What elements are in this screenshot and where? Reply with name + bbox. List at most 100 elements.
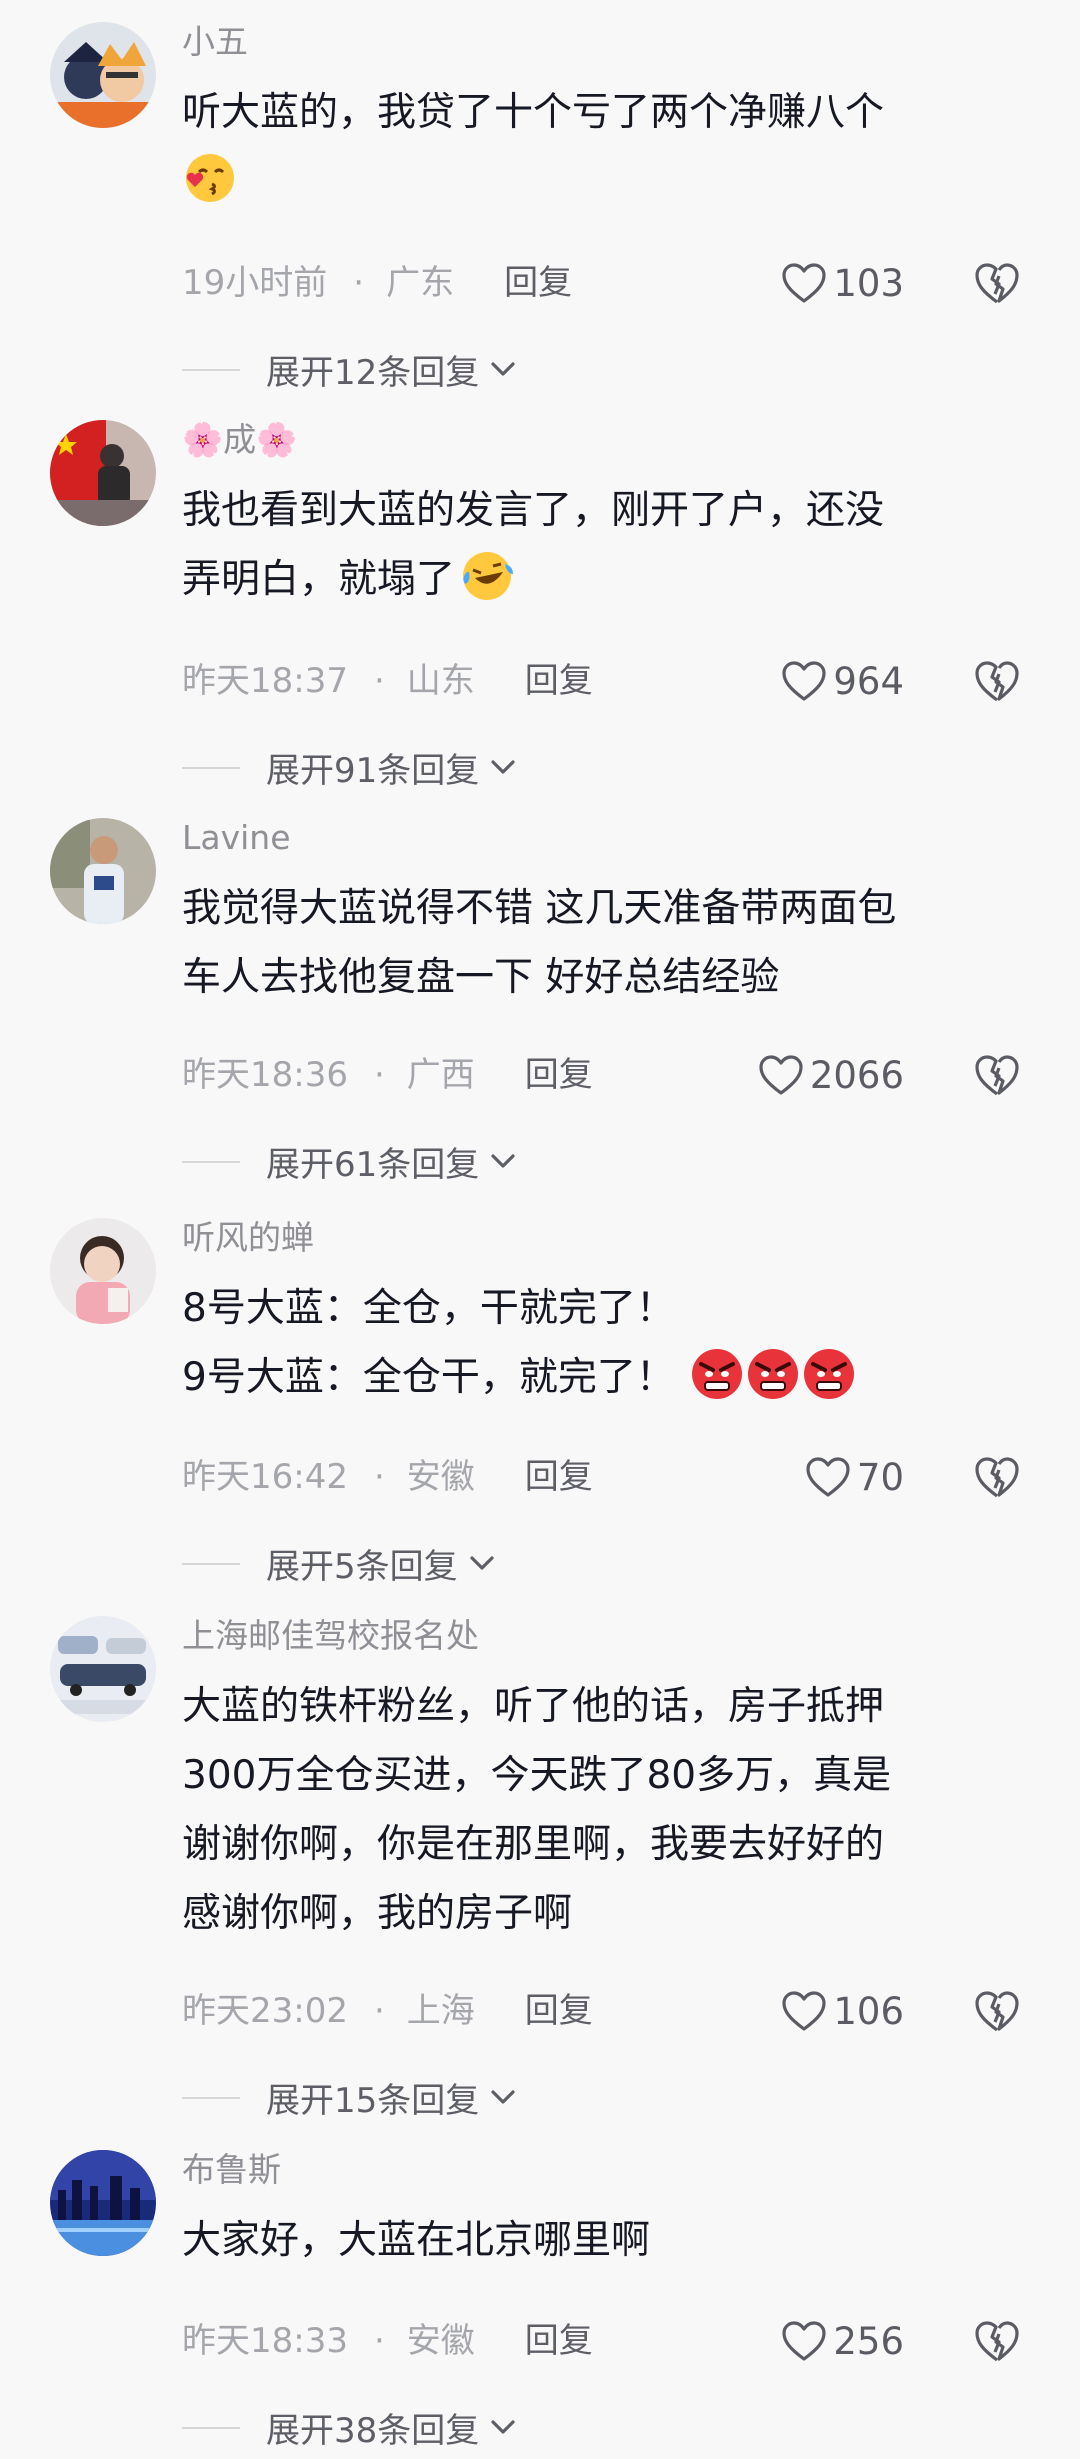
comment-time: 昨天23:02 bbox=[182, 1991, 348, 2031]
broken-heart-icon bbox=[975, 1055, 1019, 1096]
like-button[interactable]: 2066 bbox=[758, 1050, 904, 1100]
dislike-button[interactable] bbox=[974, 658, 1020, 704]
comment-line: 300万全仓买进，今天跌了80多万，真是 bbox=[182, 1753, 892, 1798]
expand-replies[interactable]: 展开12条回复 bbox=[182, 344, 517, 394]
divider-line bbox=[182, 1563, 240, 1565]
heart-icon bbox=[782, 263, 826, 303]
separator-dot: · bbox=[353, 263, 365, 303]
comment-time: 昨天18:33 bbox=[182, 2321, 348, 2361]
comment-text: 8号大蓝：全仓，干就完了！ 9号大蓝：全仓干，就完了！ bbox=[182, 1274, 1012, 1412]
username[interactable]: 布鲁斯 bbox=[182, 2148, 281, 2192]
expand-replies-label: 展开91条回复 bbox=[266, 750, 480, 791]
comment-line: 9号大蓝：全仓干，就完了！ bbox=[182, 1343, 1012, 1412]
separator-dot: · bbox=[373, 2321, 385, 2361]
avatar[interactable] bbox=[50, 818, 156, 924]
dislike-button[interactable] bbox=[974, 1052, 1020, 1098]
comment-line: 感谢你啊，我的房子啊 bbox=[182, 1891, 573, 1936]
comment-line-text: 弄明白，就塌了 bbox=[182, 557, 456, 602]
expand-replies-label: 展开38条回复 bbox=[266, 2410, 480, 2451]
chevron-down-icon bbox=[491, 362, 515, 376]
expand-replies[interactable]: 展开38条回复 bbox=[182, 2402, 517, 2452]
reply-button[interactable]: 回复 bbox=[525, 1986, 593, 2036]
comment-meta: 昨天18:36 · 广西 回复 bbox=[182, 1050, 593, 1100]
comment-meta: 昨天23:02 · 上海 回复 bbox=[182, 1986, 593, 2036]
comment-location: 上海 bbox=[406, 1991, 475, 2031]
avatar[interactable] bbox=[50, 420, 156, 526]
divider-line bbox=[182, 1161, 240, 1163]
separator-dot: · bbox=[373, 661, 385, 701]
broken-heart-icon bbox=[975, 661, 1019, 702]
reply-button[interactable]: 回复 bbox=[504, 258, 572, 308]
reply-button[interactable]: 回复 bbox=[525, 2316, 593, 2366]
heart-icon bbox=[759, 1055, 803, 1095]
like-count: 70 bbox=[856, 1455, 904, 1499]
comment-text: 我觉得大蓝说得不错 这几天准备带两面包 车人去找他复盘一下 好好总结经验 bbox=[182, 874, 1012, 1012]
comment-line-text: 9号大蓝：全仓干，就完了！ bbox=[182, 1355, 675, 1400]
avatar[interactable] bbox=[50, 1616, 156, 1722]
comment-line: 大家好，大蓝在北京哪里啊 bbox=[182, 2218, 651, 2263]
comment-line: 我也看到大蓝的发言了，刚开了户，还没 bbox=[182, 488, 885, 533]
reply-button[interactable]: 回复 bbox=[525, 1452, 593, 1502]
heart-icon bbox=[782, 1991, 826, 2031]
comment-meta: 19小时前 · 广东 回复 bbox=[182, 258, 572, 308]
separator-dot: · bbox=[373, 1055, 385, 1095]
dislike-button[interactable] bbox=[974, 1988, 1020, 2034]
comment-line: 谢谢你啊，你是在那里啊，我要去好好的 bbox=[182, 1822, 885, 1867]
comment-location: 安徽 bbox=[406, 1457, 475, 1497]
dislike-button[interactable] bbox=[974, 1454, 1020, 1500]
username[interactable]: 上海邮佳驾校报名处 bbox=[182, 1614, 479, 1658]
dislike-button[interactable] bbox=[974, 260, 1020, 306]
expand-replies[interactable]: 展开5条回复 bbox=[182, 1538, 496, 1588]
heart-icon bbox=[782, 661, 826, 701]
comment-line: 车人去找他复盘一下 好好总结经验 bbox=[182, 955, 780, 1000]
username[interactable]: 听风的蝉 bbox=[182, 1216, 314, 1260]
expand-replies-label: 展开5条回复 bbox=[266, 1546, 458, 1587]
username[interactable]: 🌸成🌸 bbox=[182, 418, 297, 462]
comment-time: 昨天18:36 bbox=[182, 1055, 348, 1095]
like-button[interactable]: 70 bbox=[805, 1452, 904, 1502]
like-button[interactable]: 256 bbox=[781, 2316, 904, 2366]
angry-face-emoji bbox=[745, 1346, 801, 1402]
expand-replies[interactable]: 展开61条回复 bbox=[182, 1136, 517, 1186]
angry-face-emoji bbox=[801, 1346, 857, 1402]
expand-replies[interactable]: 展开91条回复 bbox=[182, 742, 517, 792]
divider-line bbox=[182, 369, 240, 371]
chevron-down-icon bbox=[491, 1154, 515, 1168]
heart-icon bbox=[782, 2321, 826, 2361]
comment-location: 广东 bbox=[386, 263, 455, 303]
comment-line: 弄明白，就塌了 bbox=[182, 545, 1012, 614]
broken-heart-icon bbox=[975, 263, 1019, 304]
comment-location: 广西 bbox=[406, 1055, 475, 1095]
divider-line bbox=[182, 2427, 240, 2429]
comment-meta: 昨天16:42 · 安徽 回复 bbox=[182, 1452, 593, 1502]
kiss-face-emoji bbox=[182, 150, 238, 206]
reply-button[interactable]: 回复 bbox=[525, 1050, 593, 1100]
like-count: 2066 bbox=[809, 1053, 904, 1097]
chevron-down-icon bbox=[470, 1556, 494, 1570]
expand-replies-label: 展开12条回复 bbox=[266, 352, 480, 393]
comment-text: 我也看到大蓝的发言了，刚开了户，还没 弄明白，就塌了 bbox=[182, 476, 1012, 614]
broken-heart-icon bbox=[975, 2321, 1019, 2362]
avatar[interactable] bbox=[50, 2150, 156, 2256]
separator-dot: · bbox=[373, 1991, 385, 2031]
like-count: 964 bbox=[833, 659, 904, 703]
reply-button[interactable]: 回复 bbox=[525, 656, 593, 706]
comment-line: 我觉得大蓝说得不错 这几天准备带两面包 bbox=[182, 886, 897, 931]
like-button[interactable]: 964 bbox=[781, 656, 904, 706]
comment-location: 山东 bbox=[406, 661, 475, 701]
divider-line bbox=[182, 767, 240, 769]
like-button[interactable]: 103 bbox=[781, 258, 904, 308]
username[interactable]: 小五 bbox=[182, 20, 248, 64]
comment-time: 19小时前 bbox=[182, 263, 328, 303]
comment-meta: 昨天18:37 · 山东 回复 bbox=[182, 656, 593, 706]
like-button[interactable]: 106 bbox=[781, 1986, 904, 2036]
username[interactable]: Lavine bbox=[182, 816, 291, 860]
avatar[interactable] bbox=[50, 22, 156, 128]
expand-replies[interactable]: 展开15条回复 bbox=[182, 2072, 517, 2122]
separator-dot: · bbox=[373, 1457, 385, 1497]
chevron-down-icon bbox=[491, 2420, 515, 2434]
dislike-button[interactable] bbox=[974, 2318, 1020, 2364]
comment-location: 安徽 bbox=[406, 2321, 475, 2361]
angry-face-emoji bbox=[689, 1346, 745, 1402]
avatar[interactable] bbox=[50, 1218, 156, 1324]
